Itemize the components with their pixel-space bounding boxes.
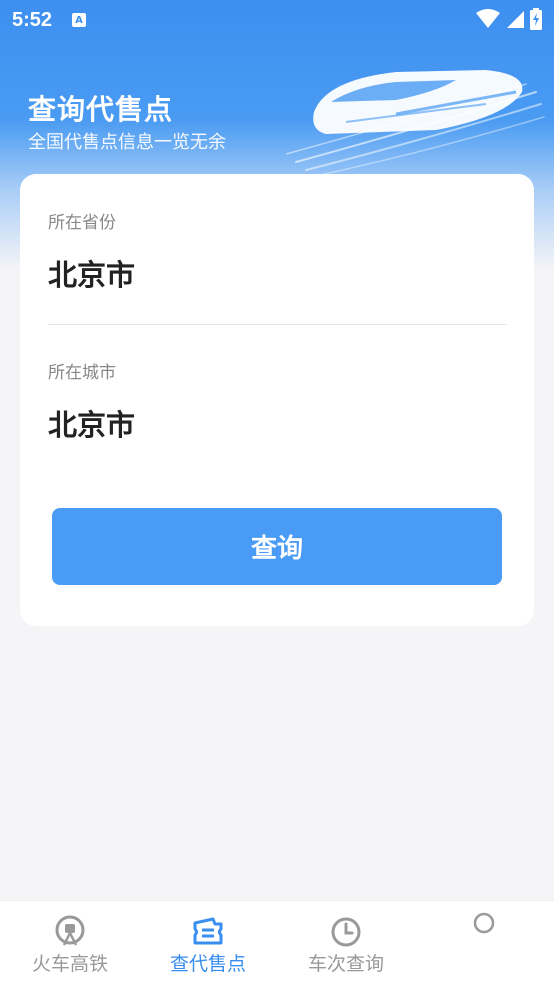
divider <box>48 324 507 325</box>
page-subtitle: 全国代售点信息一览无余 <box>28 132 226 153</box>
battery-charging-icon <box>530 8 542 30</box>
notification-icon: A <box>72 13 87 27</box>
city-label: 所在城市 <box>48 363 116 383</box>
signal-icon <box>507 11 524 28</box>
bottom-navigation: 火车高铁 查代售点 车次查询 <box>0 900 554 986</box>
province-label: 所在省份 <box>48 213 116 233</box>
city-selector[interactable]: 北京市 <box>48 402 135 444</box>
train-icon <box>55 915 85 946</box>
query-button[interactable]: 查询 <box>52 508 502 585</box>
nav-item-ticket-outlets[interactable]: 查代售点 <box>138 901 278 986</box>
status-bar: 5:52 A <box>0 0 554 40</box>
ticket-icon <box>193 917 223 945</box>
clock-icon <box>331 917 361 947</box>
nav-label-train-schedule: 车次查询 <box>307 953 384 975</box>
page-title: 查询代售点 <box>28 93 174 126</box>
query-form-card: 所在省份 北京市 所在城市 北京市 查询 <box>20 174 534 626</box>
nav-item-train-schedule[interactable]: 车次查询 <box>276 901 416 986</box>
nav-label-ticket-outlets: 查代售点 <box>169 953 246 975</box>
nav-label-train: 火车高铁 <box>31 953 108 975</box>
status-icons <box>476 8 542 30</box>
train-illustration <box>286 70 545 177</box>
nav-item-more[interactable] <box>414 901 554 986</box>
province-selector[interactable]: 北京市 <box>48 252 135 294</box>
nav-item-train[interactable]: 火车高铁 <box>0 901 140 986</box>
status-time: 5:52 <box>12 8 53 31</box>
wifi-icon <box>476 9 500 28</box>
circle-icon <box>473 912 495 934</box>
